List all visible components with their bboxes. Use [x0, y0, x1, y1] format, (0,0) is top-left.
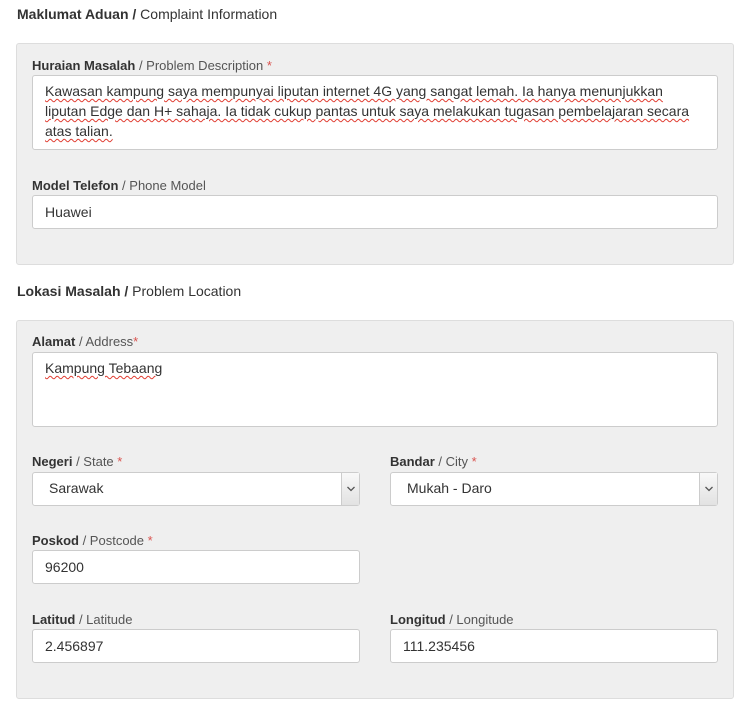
state-selected-value: Sarawak	[49, 480, 104, 496]
complaint-title-en: Complaint Information	[140, 6, 278, 22]
description-label: Huraian Masalah / Problem Description *	[32, 58, 272, 73]
city-select[interactable]: Mukah - Daro	[390, 472, 718, 506]
complaint-title-ms: Maklumat Aduan	[17, 6, 129, 22]
postcode-input[interactable]: 96200	[32, 550, 360, 584]
location-title-ms: Lokasi Masalah	[17, 283, 121, 299]
phone-model-label: Model Telefon / Phone Model	[32, 178, 206, 193]
location-section-title: Lokasi Masalah / Problem Location	[17, 283, 241, 299]
longitude-input[interactable]: 111.235456	[390, 629, 718, 663]
address-textarea[interactable]: Kampung Tebaang	[32, 352, 718, 427]
location-title-en: Problem Location	[132, 283, 242, 299]
longitude-label: Longitud / Longitude	[390, 612, 514, 627]
chevron-down-icon[interactable]	[699, 473, 717, 505]
description-textarea[interactable]: Kawasan kampung saya mempunyai liputan i…	[32, 75, 718, 150]
complaint-title-sep: /	[128, 6, 141, 22]
city-label: Bandar / City *	[390, 454, 477, 469]
phone-model-input[interactable]: Huawei	[32, 195, 718, 229]
latitude-label: Latitud / Latitude	[32, 612, 133, 627]
city-selected-value: Mukah - Daro	[407, 480, 492, 496]
state-label: Negeri / State *	[32, 454, 123, 469]
latitude-input[interactable]: 2.456897	[32, 629, 360, 663]
complaint-panel: Huraian Masalah / Problem Description * …	[16, 43, 734, 265]
state-select[interactable]: Sarawak	[32, 472, 360, 506]
location-title-sep: /	[120, 283, 133, 299]
postcode-label: Poskod / Postcode *	[32, 533, 153, 548]
chevron-down-icon[interactable]	[341, 473, 359, 505]
location-panel: Alamat / Address* Kampung Tebaang Negeri…	[16, 320, 734, 699]
complaint-section-title: Maklumat Aduan / Complaint Information	[17, 6, 277, 22]
address-label: Alamat / Address*	[32, 334, 139, 349]
